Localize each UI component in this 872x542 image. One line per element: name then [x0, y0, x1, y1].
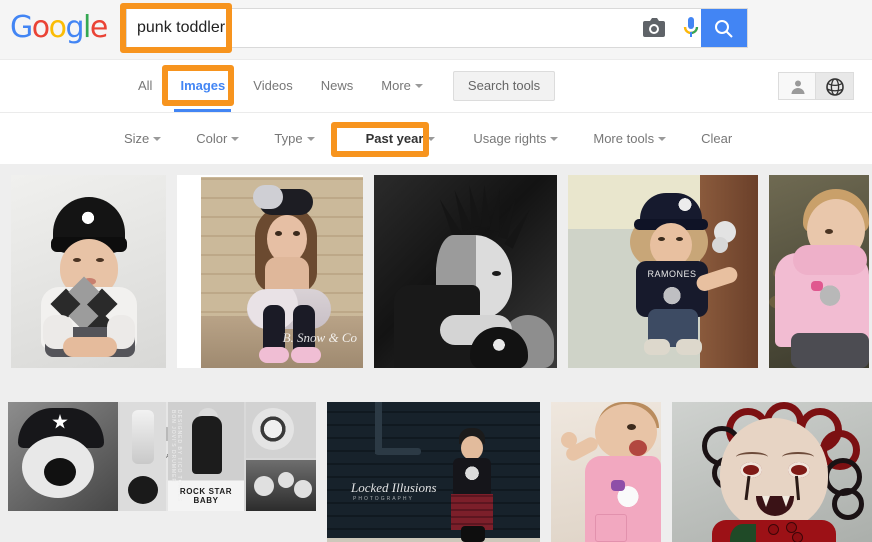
- filter-size-label: Size: [124, 131, 150, 146]
- result-thumbnail[interactable]: B. Snow & Co: [177, 175, 363, 368]
- search-tools-button[interactable]: Search tools: [452, 71, 556, 101]
- tab-videos-label: Videos: [253, 78, 293, 93]
- result-thumbnail[interactable]: [374, 175, 557, 368]
- filter-more-tools-label: More tools: [593, 131, 655, 146]
- microphone-icon[interactable]: [681, 16, 701, 40]
- tab-images-label: Images: [180, 78, 226, 93]
- logo-letter-o2: o: [48, 10, 67, 45]
- search-box[interactable]: [126, 8, 748, 48]
- result-thumbnail[interactable]: ROCK STAR BABY DESIGNED BY TICO TORRES B…: [8, 402, 316, 511]
- result-thumbnail[interactable]: [672, 402, 872, 542]
- filter-past-year[interactable]: Past year: [358, 131, 444, 146]
- nav-bar: All Images Videos News More Search tools: [0, 60, 872, 112]
- filter-clear[interactable]: Clear: [701, 131, 753, 146]
- result-thumbnail[interactable]: RAMONES: [568, 175, 758, 368]
- filter-bar: Size Color Type Past year Usage rights M…: [0, 112, 872, 164]
- image-watermark: Locked Illusions: [351, 480, 437, 495]
- tab-news-label: News: [320, 78, 354, 93]
- tab-all[interactable]: All: [124, 60, 166, 112]
- filter-usage-rights-label: Usage rights: [473, 131, 547, 146]
- tab-videos[interactable]: Videos: [239, 60, 307, 112]
- filter-more-tools[interactable]: More tools: [593, 131, 687, 146]
- result-thumbnail[interactable]: [11, 175, 166, 368]
- shirt-text: RAMONES: [647, 269, 697, 279]
- filter-usage-rights[interactable]: Usage rights: [473, 131, 579, 146]
- filter-color[interactable]: Color: [196, 131, 260, 146]
- tab-more-label: More: [381, 78, 411, 93]
- logo-letter-o1: o: [31, 10, 50, 45]
- search-button[interactable]: [701, 9, 747, 47]
- chevron-down-icon: [306, 136, 315, 141]
- image-watermark: B. Snow & Co: [282, 330, 357, 345]
- filter-color-label: Color: [196, 131, 228, 146]
- logo-letter-e: e: [89, 10, 108, 45]
- google-images-page: Google punk toddler All Images Videos Ne…: [0, 0, 872, 542]
- header-actions: [778, 72, 854, 100]
- google-logo[interactable]: Google: [10, 10, 108, 45]
- camera-icon[interactable]: [643, 18, 665, 38]
- logo-letter-l: l: [83, 10, 91, 45]
- page-header: Google: [0, 0, 872, 60]
- tab-images[interactable]: Images: [166, 60, 239, 112]
- tab-all-label: All: [138, 78, 153, 93]
- filter-clear-label: Clear: [701, 131, 733, 146]
- logo-letter-g1: G: [10, 10, 33, 45]
- chevron-down-icon: [658, 136, 667, 141]
- image-watermark-sub: PHOTOGRAPHY: [353, 496, 414, 502]
- account-button[interactable]: [778, 72, 816, 100]
- results-row-1: B. Snow & Co RAMONES: [11, 175, 872, 368]
- search-type-tabs: All Images Videos News More Search tools: [124, 60, 556, 112]
- results-row-2: ROCK STAR BABY DESIGNED BY TICO TORRES B…: [8, 402, 872, 542]
- chevron-down-icon: [550, 136, 559, 141]
- region-button[interactable]: [816, 72, 854, 100]
- result-thumbnail[interactable]: [769, 175, 869, 368]
- chevron-down-icon: [231, 136, 240, 141]
- filter-size[interactable]: Size: [124, 131, 182, 146]
- filter-past-year-label: Past year: [365, 131, 424, 146]
- image-results-grid: B. Snow & Co RAMONES ROCK STAR BABY DESI…: [0, 164, 872, 542]
- tab-more[interactable]: More: [367, 60, 437, 112]
- filter-type-label: Type: [274, 131, 303, 146]
- logo-letter-g2: g: [65, 10, 84, 45]
- filter-type[interactable]: Type: [274, 131, 335, 146]
- collage-brand-title: ROCK STAR BABY: [179, 487, 233, 505]
- search-input[interactable]: [137, 9, 637, 47]
- filter-list: Size Color Type Past year Usage rights M…: [124, 113, 767, 164]
- result-thumbnail[interactable]: Locked Illusions PHOTOGRAPHY: [327, 402, 540, 542]
- chevron-down-icon: [414, 83, 423, 88]
- chevron-down-icon: [153, 136, 162, 141]
- chevron-down-icon: [427, 136, 436, 141]
- result-thumbnail[interactable]: [551, 402, 661, 542]
- tab-news[interactable]: News: [307, 60, 368, 112]
